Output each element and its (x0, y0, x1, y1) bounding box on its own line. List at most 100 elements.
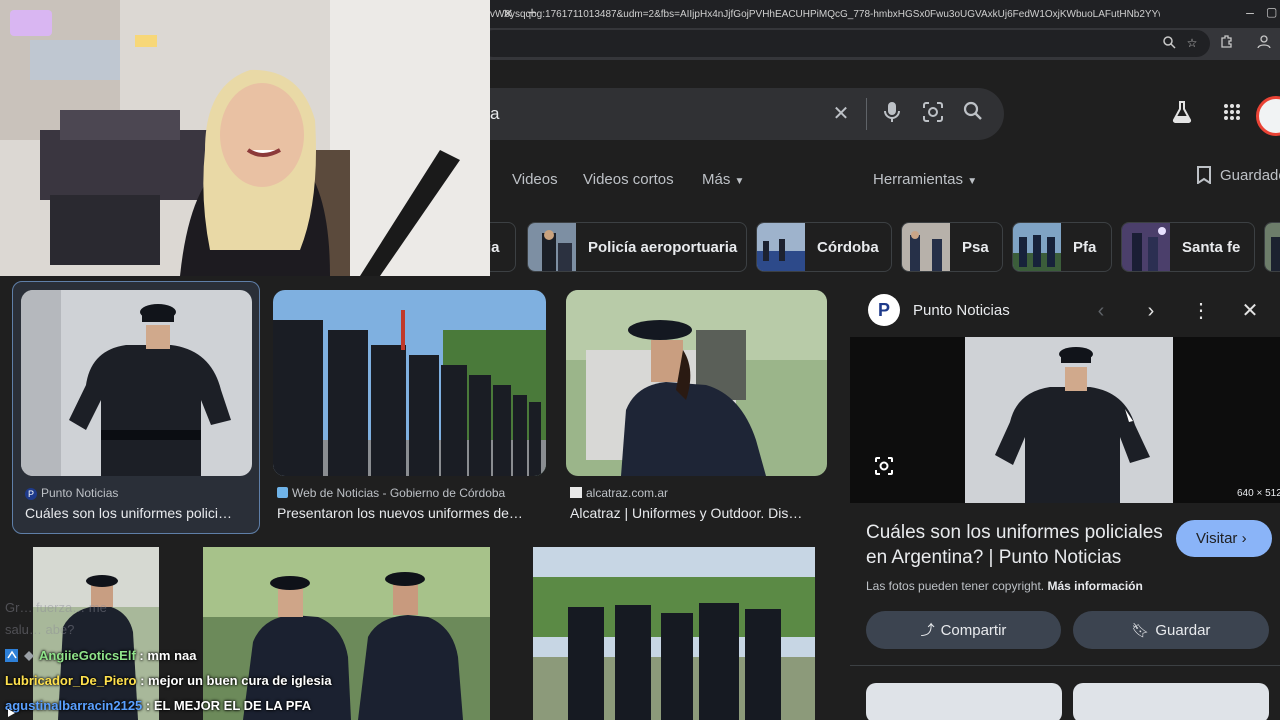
chip-thumbnail (1265, 223, 1280, 271)
source-name: alcatraz.com.ar (586, 486, 669, 500)
tools-button[interactable]: Herramientas ▼ (873, 171, 977, 188)
extensions-icon[interactable] (1218, 34, 1236, 52)
logo-initial: P (877, 300, 890, 320)
saved-link[interactable]: Guardado (1220, 167, 1280, 184)
filter-chip[interactable]: Policía aeroportuaria (527, 222, 747, 272)
more-options-icon[interactable]: ⋮ (1188, 298, 1214, 324)
result-source: Web de Noticias - Gobierno de Córdoba (277, 486, 505, 500)
chip-label: Pfa (1073, 239, 1097, 256)
chip-label: Psa (962, 239, 989, 256)
tools-label: Herramientas (873, 171, 964, 188)
bookmark-star-icon[interactable]: ☆ (1183, 34, 1201, 52)
chip-label: Policía aeroportuaria (588, 239, 738, 256)
chip-thumbnail (1013, 223, 1061, 271)
source-name: Punto Noticias (41, 486, 119, 500)
more-info-link[interactable]: Más información (1047, 579, 1142, 593)
result-image (273, 290, 546, 476)
bookmark-icon: 🔖︎ (1131, 622, 1150, 638)
save-button[interactable]: 🔖︎ Guardar (1073, 611, 1269, 649)
copyright-notice: Las fotos pueden tener copyright. Más in… (866, 579, 1143, 593)
chat-text: : mm naa (135, 648, 197, 663)
chip-thumbnail (1122, 223, 1170, 271)
search-icon[interactable] (960, 101, 986, 127)
maximize-icon[interactable]: ▢ (1266, 2, 1280, 22)
punto-noticias-logo: P (868, 294, 900, 326)
panel-title[interactable]: Cuáles son los uniformes policiales en A… (866, 520, 1166, 570)
source-favicon: P (25, 488, 37, 500)
chevron-down-icon: ▼ (967, 176, 978, 187)
panel-divider (850, 665, 1280, 666)
chat-username[interactable]: agustinalbarracin2125 (5, 698, 142, 713)
result-source: alcatraz.com.ar (570, 486, 668, 500)
minimize-icon[interactable]: – (1240, 2, 1260, 22)
chat-faded-line: Gr… fuerza… me (5, 600, 107, 615)
filter-chip[interactable]: Córdoba (756, 222, 892, 272)
visit-button[interactable]: Visitar › (1176, 520, 1272, 557)
share-icon: ⤴ (920, 622, 935, 638)
filter-chip[interactable]: Santa fe (1121, 222, 1255, 272)
result-title[interactable]: Presentaron los nuevos uniformes de… (277, 505, 543, 521)
chip-thumbnail (902, 223, 950, 271)
zoom-icon[interactable] (1160, 35, 1178, 53)
chip-label: Córdoba (817, 239, 879, 256)
close-icon[interactable]: ✕ (1237, 298, 1263, 324)
chat-message: agustinalbarracin2125 : EL MEJOR EL DE L… (5, 698, 311, 713)
clear-search-icon[interactable]: ✕ (828, 101, 854, 127)
labs-flask-icon[interactable] (1168, 101, 1196, 129)
play-icon (8, 709, 15, 717)
badge-icon (5, 649, 18, 662)
tab-videos[interactable]: Videos (512, 171, 558, 188)
share-button[interactable]: ⤴ Compartir (866, 611, 1061, 649)
previous-icon[interactable]: ‹ (1088, 298, 1114, 324)
tab-more[interactable]: Más ▼ (702, 171, 744, 188)
related-image-thumbnail[interactable] (1073, 683, 1269, 720)
source-favicon (277, 487, 288, 498)
chat-username[interactable]: AngiieGoticsElf (39, 648, 136, 663)
google-lens-icon[interactable] (872, 456, 896, 480)
tab-short-videos[interactable]: Videos cortos (583, 171, 674, 188)
filter-chip[interactable]: Psa (901, 222, 1003, 272)
apps-grid-icon[interactable] (1218, 101, 1246, 129)
chip-thumbnail (757, 223, 805, 271)
url-text[interactable]: vW0ysqqog:1761711013487&udm=2&fbs=AIIjpH… (490, 9, 1160, 20)
result-image[interactable] (533, 547, 815, 720)
chevron-right-icon: › (1241, 530, 1247, 547)
google-lens-icon[interactable] (920, 101, 946, 127)
result-source: P Punto Noticias (25, 486, 118, 500)
result-image (566, 290, 827, 476)
search-divider (866, 98, 867, 130)
address-bar[interactable] (480, 30, 1210, 57)
next-icon[interactable]: › (1138, 298, 1164, 324)
badge-icon (24, 651, 34, 661)
chip-thumbnail (528, 223, 576, 271)
webcam-overlay (0, 0, 490, 276)
chat-text: : EL MEJOR EL DE LA PFA (142, 698, 312, 713)
chat-faded-line: salu… abe? (5, 622, 75, 637)
share-label: Compartir (940, 622, 1007, 639)
chat-message: AngiieGoticsElf : mm naa (5, 648, 196, 663)
source-name: Web de Noticias - Gobierno de Córdoba (292, 486, 506, 500)
preview-image[interactable] (965, 337, 1173, 503)
panel-source-name[interactable]: Punto Noticias (913, 302, 1010, 319)
filter-chip[interactable] (1264, 222, 1280, 272)
related-image-thumbnail[interactable] (866, 683, 1062, 720)
copyright-text: Las fotos pueden tener copyright. (866, 579, 1045, 593)
search-input[interactable]: a (490, 104, 499, 124)
tab-more-label: Más (702, 171, 731, 188)
result-image[interactable] (203, 547, 490, 720)
chat-text: : mejor un buen cura de iglesia (136, 673, 332, 688)
save-label: Guardar (1155, 622, 1211, 639)
source-favicon (570, 487, 582, 498)
chat-message: Lubricador_De_Piero : mejor un buen cura… (5, 673, 332, 688)
result-image (21, 290, 252, 476)
result-title[interactable]: Alcatraz | Uniformes y Outdoor. Dis… (570, 505, 824, 521)
chevron-down-icon: ▼ (734, 176, 745, 187)
filter-chip[interactable]: Pfa (1012, 222, 1112, 272)
result-title[interactable]: Cuáles son los uniformes polici… (25, 505, 250, 521)
chat-username[interactable]: Lubricador_De_Piero (5, 673, 137, 688)
microphone-icon[interactable] (879, 101, 905, 127)
profile-icon[interactable] (1255, 34, 1273, 52)
account-avatar[interactable] (1256, 96, 1280, 136)
chip-label: Santa fe (1182, 239, 1241, 256)
saved-bookmark-icon[interactable] (1197, 166, 1215, 185)
